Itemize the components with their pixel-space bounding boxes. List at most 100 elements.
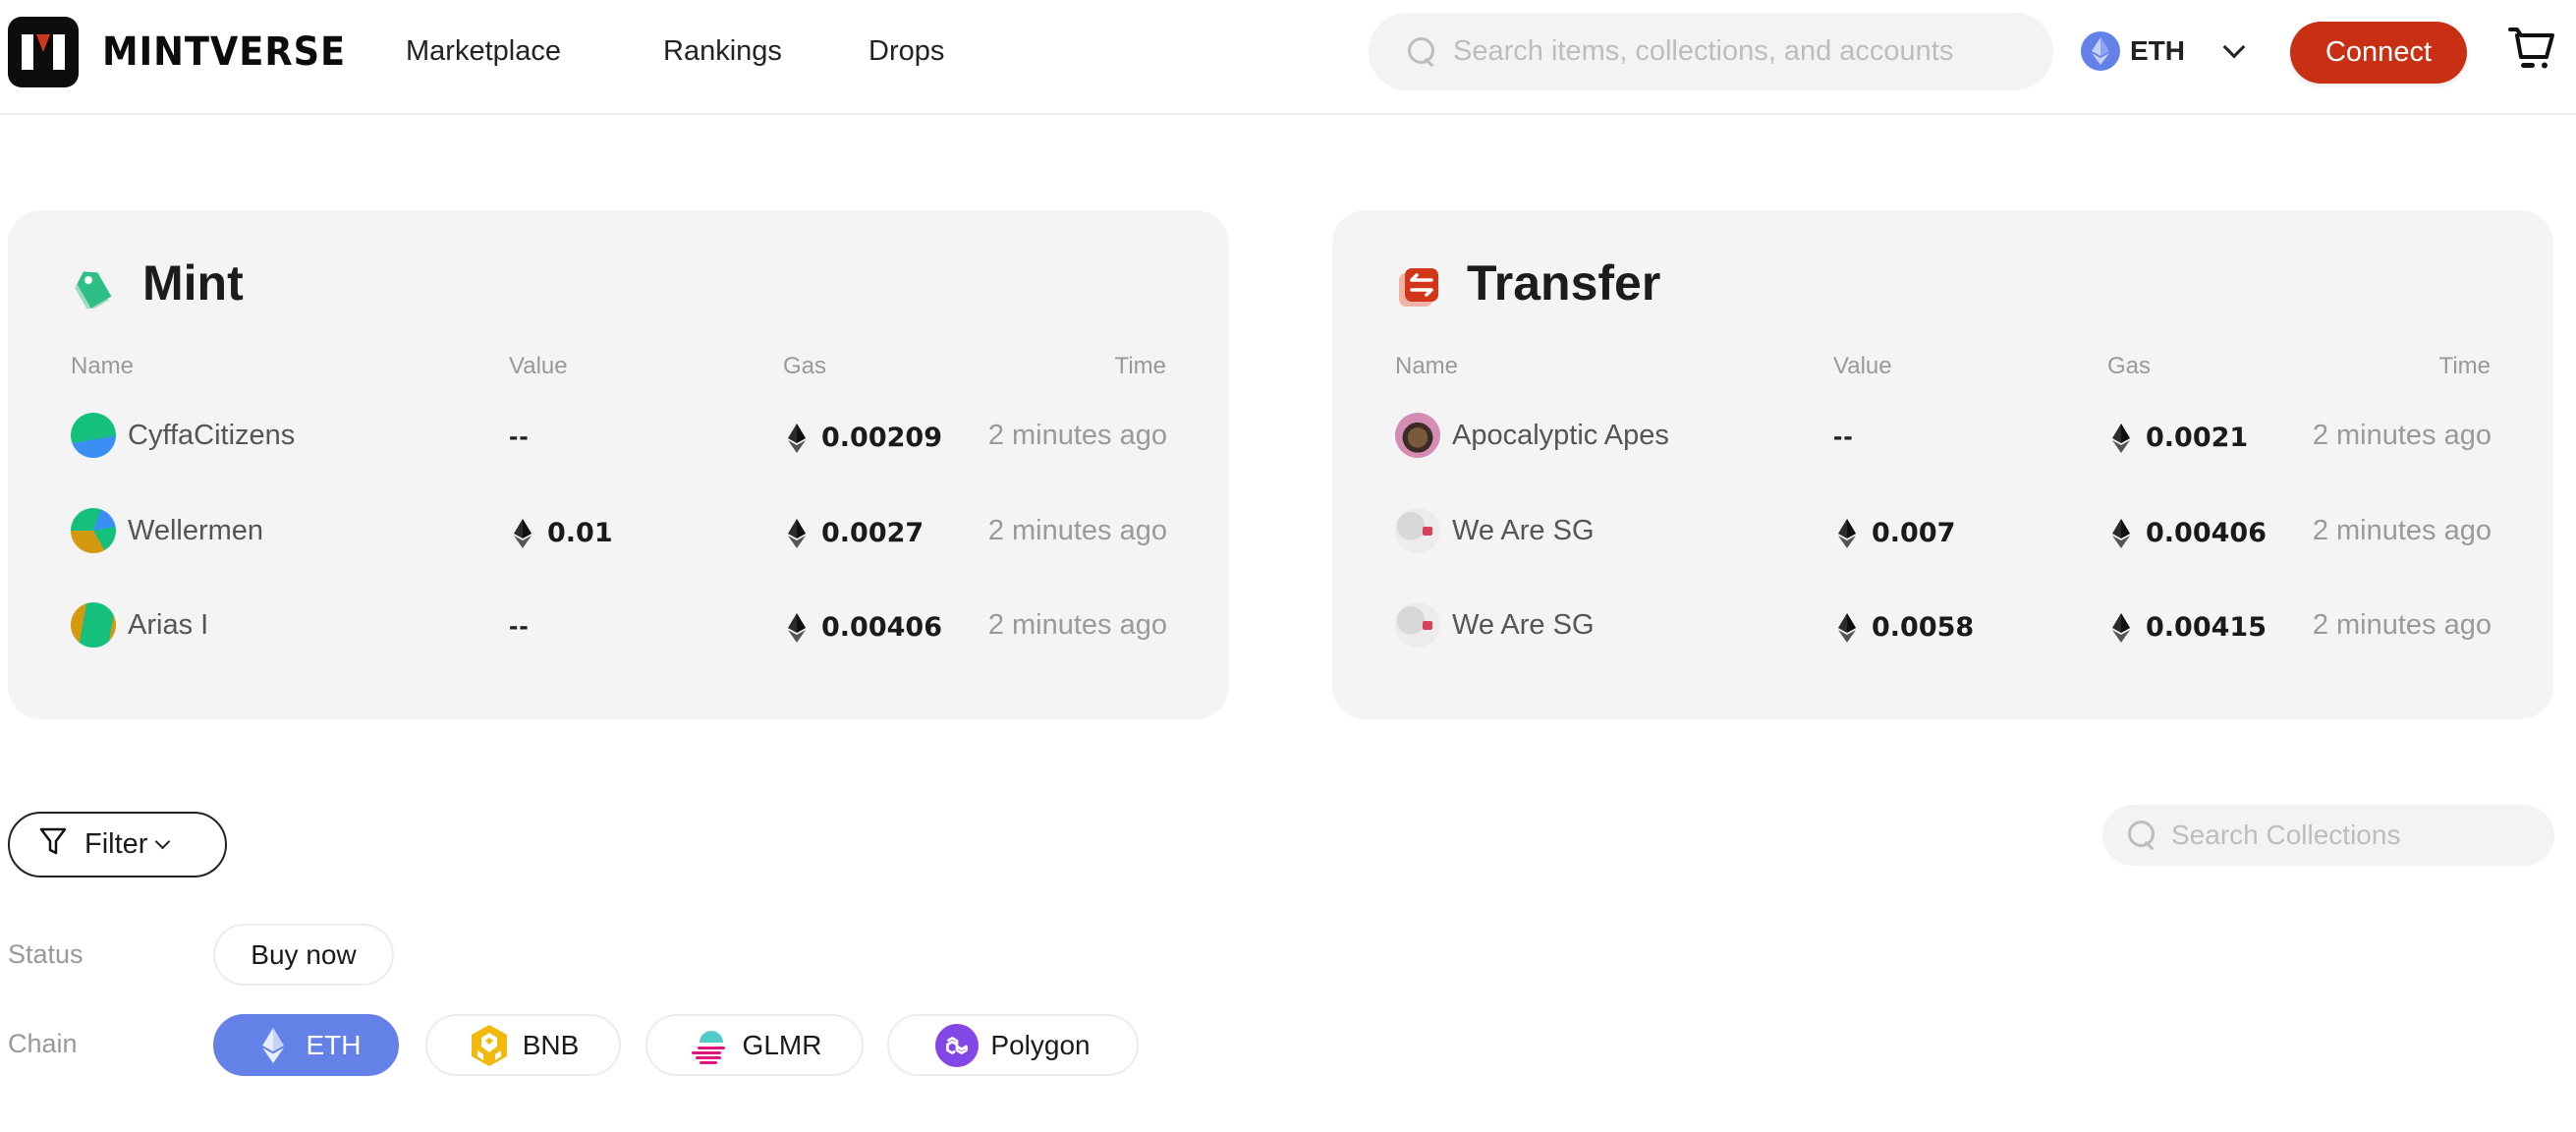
transfer-row-time: 2 minutes ago — [2312, 420, 2492, 451]
mint-row-gas: 0.00406 — [788, 610, 942, 646]
chain-chip-glmr[interactable]: GLMR — [645, 1014, 864, 1076]
chain-selector-label: ETH — [2130, 35, 2185, 66]
transfer-row-name[interactable]: We Are SG — [1395, 508, 1595, 553]
ethereum-icon — [252, 1024, 295, 1067]
collection-name: CyffaCitizens — [128, 420, 296, 451]
cart-icon[interactable] — [2507, 26, 2556, 71]
eth-icon — [788, 519, 806, 548]
eth-icon — [2112, 424, 2130, 453]
search-icon — [2128, 819, 2157, 852]
mint-card-title: Mint — [142, 255, 244, 311]
transfer-row-gas: 0.0021 — [2112, 421, 2248, 456]
mint-row-value: -- — [509, 610, 530, 641]
collection-name: Arias I — [128, 609, 209, 641]
mint-row-name[interactable]: CyffaCitizens — [71, 413, 295, 458]
nav-rankings[interactable]: Rankings — [663, 31, 782, 71]
global-search-box — [1369, 13, 2053, 90]
chain-chip-label: Polygon — [990, 1029, 1091, 1060]
status-filter-label: Status — [8, 939, 84, 969]
collection-name: Wellermen — [128, 515, 264, 546]
connect-wallet-button[interactable]: Connect — [2290, 22, 2467, 84]
gas-amount: 0.00209 — [821, 423, 942, 453]
value-amount: 0.007 — [1872, 518, 1956, 548]
funnel-icon — [39, 826, 67, 864]
transfer-col-name: Name — [1395, 353, 1459, 379]
status-chip-buy-now[interactable]: Buy now — [213, 924, 394, 986]
transfer-arrows-icon — [1397, 265, 1440, 309]
transfer-row-gas: 0.00415 — [2112, 610, 2267, 646]
chevron-down-icon[interactable] — [2222, 35, 2246, 59]
collection-avatar — [1395, 413, 1440, 458]
gas-amount: 0.00406 — [821, 612, 942, 643]
transfer-row-value: 0.007 — [1838, 516, 1955, 551]
mint-row-time: 2 minutes ago — [987, 609, 1167, 641]
collection-avatar — [71, 508, 116, 553]
transfer-row-time: 2 minutes ago — [2312, 609, 2492, 641]
global-search-input[interactable] — [1453, 35, 2043, 68]
tag-icon — [71, 265, 114, 312]
eth-icon — [1838, 519, 1856, 548]
mint-row-gas: 0.0027 — [788, 516, 924, 551]
chain-filter-label: Chain — [8, 1029, 78, 1058]
eth-icon — [514, 519, 532, 548]
mint-row-value: 0.01 — [514, 516, 613, 551]
collection-name: We Are SG — [1452, 609, 1595, 641]
mint-row-time: 2 minutes ago — [987, 420, 1167, 451]
collection-avatar — [71, 602, 116, 648]
transfer-row-name[interactable]: Apocalyptic Apes — [1395, 413, 1669, 458]
filter-button[interactable]: Filter — [8, 812, 227, 877]
search-icon — [1408, 35, 1437, 69]
eth-icon — [2112, 519, 2130, 548]
eth-icon — [788, 424, 806, 453]
transfer-col-time: Time — [2438, 353, 2491, 379]
chain-chip-eth[interactable]: ETH — [213, 1014, 399, 1076]
chevron-down-icon — [155, 833, 171, 850]
chain-chip-label: ETH — [306, 1029, 362, 1060]
collection-name: We Are SG — [1452, 515, 1595, 546]
transfer-row-value: -- — [1833, 421, 1854, 451]
collection-avatar — [1395, 508, 1440, 553]
chain-chip-bnb[interactable]: BNB — [425, 1014, 621, 1076]
transfer-col-gas: Gas — [2107, 353, 2152, 379]
mintverse-logo-icon[interactable] — [8, 17, 79, 87]
top-header: MINTVERSE Marketplace Rankings Drops ETH… — [0, 0, 2576, 115]
transfer-row-gas: 0.00406 — [2112, 516, 2267, 551]
brand-name[interactable]: MINTVERSE — [102, 29, 346, 75]
chain-chip-polygon[interactable]: Polygon — [887, 1014, 1139, 1076]
chain-chip-label: BNB — [522, 1029, 580, 1060]
gas-amount: 0.00415 — [2146, 612, 2267, 643]
mint-col-value: Value — [509, 353, 568, 379]
gas-amount: 0.0021 — [2146, 423, 2249, 453]
nav-marketplace[interactable]: Marketplace — [406, 31, 561, 71]
mint-row-name[interactable]: Arias I — [71, 602, 208, 648]
transfer-row-value: 0.0058 — [1838, 610, 1974, 646]
collection-avatar — [71, 413, 116, 458]
eth-icon — [2112, 613, 2130, 643]
chain-selector[interactable]: ETH — [2081, 29, 2185, 73]
value-amount: 0.01 — [547, 518, 613, 548]
eth-icon — [788, 613, 806, 643]
mint-col-name: Name — [71, 353, 135, 379]
mint-col-time: Time — [1114, 353, 1166, 379]
transfer-col-value: Value — [1833, 353, 1892, 379]
gas-amount: 0.00406 — [2146, 518, 2267, 548]
glmr-icon — [688, 1024, 731, 1067]
nav-drops[interactable]: Drops — [868, 31, 944, 71]
gas-amount: 0.0027 — [821, 518, 924, 548]
transfer-card-title: Transfer — [1467, 255, 1661, 311]
mint-row-value: -- — [509, 421, 530, 451]
filter-button-label: Filter — [84, 828, 148, 860]
collection-search-box — [2102, 805, 2554, 866]
collection-search-input[interactable] — [2171, 820, 2545, 851]
eth-icon — [1838, 613, 1856, 643]
transfer-row-time: 2 minutes ago — [2312, 515, 2492, 546]
mint-row-name[interactable]: Wellermen — [71, 508, 263, 553]
collection-name: Apocalyptic Apes — [1452, 420, 1669, 451]
mint-row-gas: 0.00209 — [788, 421, 942, 456]
collection-avatar — [1395, 602, 1440, 648]
mint-col-gas: Gas — [783, 353, 827, 379]
polygon-icon — [935, 1023, 980, 1067]
transfer-row-name[interactable]: We Are SG — [1395, 602, 1595, 648]
value-amount: 0.0058 — [1872, 612, 1975, 643]
mint-row-time: 2 minutes ago — [987, 515, 1167, 546]
